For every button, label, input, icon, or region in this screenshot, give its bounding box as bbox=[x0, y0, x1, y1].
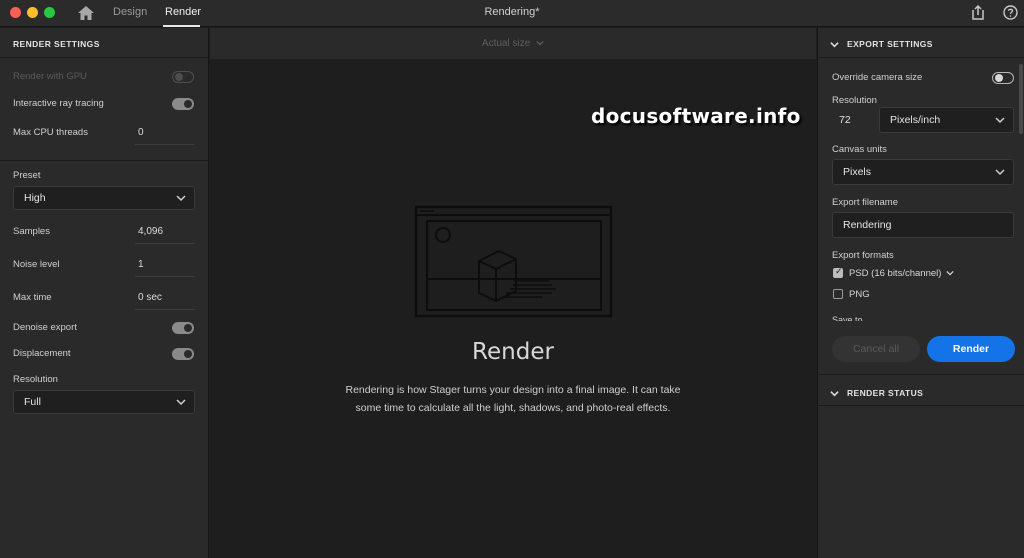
resolution-value: Full bbox=[24, 396, 41, 408]
zoom-label: Actual size bbox=[481, 38, 531, 49]
render-canvas: Actual size docusoftware.info Render Ren… bbox=[210, 28, 816, 558]
chevron-down-icon bbox=[176, 195, 186, 202]
canvas-units-label: Canvas units bbox=[832, 144, 887, 155]
resolution-dropdown[interactable]: Full bbox=[13, 390, 195, 414]
zoom-dropdown[interactable]: Actual size bbox=[210, 38, 816, 49]
divider bbox=[818, 57, 1024, 58]
resolution-unit-value: Pixels/inch bbox=[890, 114, 941, 126]
export-filename-label: Export filename bbox=[832, 197, 899, 208]
active-tab-indicator bbox=[163, 25, 200, 27]
noise-level-input[interactable]: 1 bbox=[138, 259, 144, 270]
render-settings-panel: RENDER SETTINGS Render with GPU Interact… bbox=[0, 28, 209, 558]
chevron-down-icon bbox=[176, 399, 186, 406]
max-time-label: Max time bbox=[13, 292, 52, 303]
displacement-toggle[interactable] bbox=[172, 348, 194, 360]
samples-label: Samples bbox=[13, 226, 50, 237]
png-checkbox[interactable] bbox=[833, 289, 843, 299]
chevron-down-icon[interactable] bbox=[946, 269, 954, 277]
divider bbox=[0, 160, 208, 161]
max-time-input[interactable]: 0 sec bbox=[138, 292, 162, 303]
divider bbox=[818, 374, 1024, 375]
interactive-ray-tracing-label: Interactive ray tracing bbox=[13, 98, 104, 109]
divider bbox=[818, 405, 1024, 406]
render-description: Rendering is how Stager turns your desig… bbox=[330, 381, 696, 417]
psd-format-option[interactable]: PSD (16 bits/channel) bbox=[849, 268, 954, 279]
export-filename-input[interactable]: Rendering bbox=[832, 212, 1014, 238]
chevron-down-icon bbox=[536, 41, 544, 46]
export-settings-panel: EXPORT SETTINGS Override camera size Res… bbox=[817, 28, 1024, 558]
field-underline bbox=[135, 276, 195, 277]
help-icon[interactable] bbox=[1003, 5, 1018, 20]
render-illustration bbox=[414, 205, 613, 318]
preset-label: Preset bbox=[13, 170, 41, 181]
chevron-down-icon[interactable] bbox=[830, 40, 839, 49]
render-settings-header: RENDER SETTINGS bbox=[13, 39, 100, 49]
render-description-line: Rendering is how Stager turns your desig… bbox=[345, 384, 681, 396]
export-formats-label: Export formats bbox=[832, 250, 894, 261]
override-camera-size-toggle[interactable] bbox=[992, 72, 1014, 84]
resolution-label: Resolution bbox=[13, 374, 58, 385]
override-camera-size-label: Override camera size bbox=[832, 72, 923, 83]
resolution-unit-dropdown[interactable]: Pixels/inch bbox=[879, 107, 1014, 133]
resolution-label: Resolution bbox=[832, 95, 877, 106]
render-status-header[interactable]: RENDER STATUS bbox=[847, 388, 923, 398]
noise-level-label: Noise level bbox=[13, 259, 60, 270]
render-description-line: some time to calculate all the light, sh… bbox=[355, 402, 671, 414]
psd-checkbox[interactable] bbox=[833, 267, 843, 278]
render-with-gpu-toggle[interactable] bbox=[172, 71, 194, 83]
watermark-text: docusoftware.info bbox=[591, 104, 801, 128]
preset-dropdown[interactable]: High bbox=[13, 186, 195, 210]
canvas-units-dropdown[interactable]: Pixels bbox=[832, 159, 1014, 185]
render-heading: Render bbox=[472, 339, 554, 365]
resolution-input[interactable]: 72 bbox=[828, 107, 874, 133]
chevron-down-icon bbox=[995, 117, 1005, 124]
render-button[interactable]: Render bbox=[927, 336, 1015, 362]
share-icon[interactable] bbox=[970, 4, 986, 21]
canvas-toolbar: Actual size bbox=[210, 28, 816, 59]
png-label[interactable]: PNG bbox=[849, 289, 870, 300]
scrollbar[interactable] bbox=[1019, 64, 1023, 134]
cancel-all-button[interactable]: Cancel all bbox=[832, 336, 920, 362]
max-cpu-threads-input[interactable]: 0 bbox=[138, 127, 144, 138]
displacement-label: Displacement bbox=[13, 348, 71, 359]
canvas-units-value: Pixels bbox=[843, 166, 872, 178]
psd-label: PSD (16 bits/channel) bbox=[849, 268, 942, 279]
field-underline bbox=[135, 144, 195, 145]
field-underline bbox=[135, 243, 195, 244]
preset-value: High bbox=[24, 192, 46, 204]
export-settings-header[interactable]: EXPORT SETTINGS bbox=[847, 39, 933, 49]
interactive-ray-tracing-toggle[interactable] bbox=[172, 98, 194, 110]
document-title: Rendering* bbox=[484, 6, 540, 18]
max-cpu-threads-label: Max CPU threads bbox=[13, 127, 88, 138]
render-with-gpu-label: Render with GPU bbox=[13, 71, 87, 82]
denoise-export-label: Denoise export bbox=[13, 322, 77, 333]
title-bar: Design Render Rendering* bbox=[0, 0, 1024, 27]
field-underline bbox=[135, 309, 195, 310]
chevron-down-icon bbox=[995, 169, 1005, 176]
chevron-down-icon[interactable] bbox=[830, 389, 839, 398]
divider bbox=[0, 57, 208, 58]
save-to-label: Save to bbox=[832, 315, 863, 321]
denoise-export-toggle[interactable] bbox=[172, 322, 194, 334]
samples-input[interactable]: 4,096 bbox=[138, 226, 163, 237]
